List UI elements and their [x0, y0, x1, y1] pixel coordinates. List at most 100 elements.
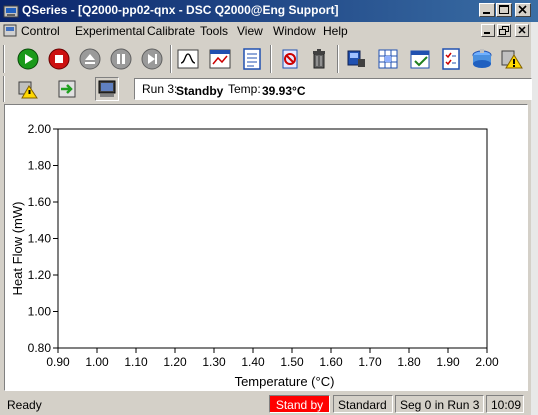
- y-tick-label: 2.00: [28, 122, 52, 136]
- grid-button[interactable]: [376, 47, 400, 71]
- x-tick-label: 0.90: [46, 355, 70, 369]
- start-button[interactable]: [16, 47, 40, 71]
- plot-button[interactable]: [208, 47, 232, 71]
- document-icon[interactable]: [3, 23, 17, 38]
- y-tick-label: 0.80: [28, 341, 52, 355]
- heat-flow-chart[interactable]: 0.90 1.00 1.10 1.20 1.30 1.40 1.50 1.60 1.70 1.80…: [5, 105, 527, 390]
- x-tick-label: 1.60: [319, 355, 343, 369]
- plot-area: [57, 128, 488, 349]
- x-tick-label: 1.50: [280, 355, 304, 369]
- window-title: QSeries - [Q2000-pp02-qnx - DSC Q2000@En…: [22, 3, 339, 17]
- stop-icon: [48, 48, 70, 70]
- status-ready: Ready: [2, 395, 268, 413]
- minimize-icon: [484, 32, 490, 34]
- close-button[interactable]: [515, 3, 531, 17]
- menu-view[interactable]: View: [237, 24, 263, 38]
- flag-icon: [282, 49, 298, 69]
- temp-label: Temp:: [228, 82, 261, 96]
- skip-icon: [141, 48, 163, 70]
- menu-experimental[interactable]: Experimental: [75, 24, 145, 38]
- x-tick-label: 1.10: [124, 355, 148, 369]
- toolbar-grip: [3, 76, 5, 102]
- y-tick-label: 1.80: [28, 159, 52, 173]
- terminal-button[interactable]: [95, 77, 119, 101]
- x-tick-label: 1.40: [241, 355, 265, 369]
- warning-button[interactable]: [500, 47, 524, 71]
- minimize-icon: [483, 12, 490, 14]
- plot-frame[interactable]: 0.90 1.00 1.10 1.20 1.30 1.40 1.50 1.60 1.70 1.80…: [4, 104, 528, 391]
- calendar-icon: [410, 50, 430, 69]
- y-tick-label: 1.00: [28, 305, 52, 319]
- toolbar-grip: [3, 45, 5, 73]
- menu-calibrate[interactable]: Calibrate: [147, 24, 195, 38]
- autosampler-button[interactable]: [470, 47, 494, 71]
- pause-button[interactable]: [109, 47, 133, 71]
- status-state: Stand by: [269, 395, 330, 413]
- maximize-button[interactable]: [496, 3, 512, 17]
- x-tick-label: 1.00: [85, 355, 109, 369]
- x-tick-label: 1.20: [163, 355, 187, 369]
- instrument-warning-icon: [18, 81, 38, 99]
- minimize-button[interactable]: [479, 3, 495, 17]
- flag-button[interactable]: [278, 47, 302, 71]
- run-state: Standby: [176, 84, 224, 98]
- maximize-icon: [499, 5, 509, 14]
- y-tick-label: 1.20: [28, 268, 52, 282]
- y-tick-label: 1.60: [28, 195, 52, 209]
- checklist-icon: [442, 48, 460, 70]
- thermogram-button[interactable]: [176, 47, 200, 71]
- toolbar-separator: [270, 45, 272, 73]
- toolbar-separator: [170, 45, 172, 73]
- warning-icon: [501, 50, 523, 69]
- close-icon: [518, 5, 527, 14]
- status-segment: Seg 0 in Run 3: [395, 395, 484, 413]
- menu-tools[interactable]: Tools: [200, 24, 228, 38]
- x-axis-label: Temperature (°C): [235, 374, 335, 389]
- eject-icon: [79, 48, 101, 70]
- y-tick-label: 1.40: [28, 232, 52, 246]
- trash-button[interactable]: [307, 47, 331, 71]
- calendar-button[interactable]: [408, 47, 432, 71]
- restore-icon: [499, 26, 509, 35]
- grid-icon: [378, 49, 398, 69]
- child-close-button[interactable]: [515, 24, 529, 37]
- close-icon: [518, 26, 526, 34]
- x-tick-label: 1.90: [436, 355, 460, 369]
- instrument-icon: [347, 50, 365, 67]
- instrument-status-panel: Run 3: Standby Temp: 39.93°C: [134, 78, 532, 100]
- instrument-warning-button[interactable]: [16, 77, 40, 101]
- plot-icon: [209, 49, 231, 69]
- eject-button[interactable]: [78, 47, 102, 71]
- trash-icon: [313, 49, 325, 69]
- transfer-icon: [58, 80, 76, 98]
- status-mode: Standard: [333, 395, 393, 413]
- pause-icon: [110, 48, 132, 70]
- app-icon: [3, 5, 19, 18]
- child-restore-button[interactable]: [497, 24, 511, 37]
- status-time: 10:09: [486, 395, 524, 413]
- computer-icon: [98, 80, 116, 97]
- temp-value: 39.93°C: [262, 84, 306, 98]
- x-tick-label: 2.00: [475, 355, 499, 369]
- checklist-button[interactable]: [439, 47, 463, 71]
- instrument-button[interactable]: [344, 47, 368, 71]
- x-tick-label: 1.30: [202, 355, 226, 369]
- x-tick-label: 1.80: [397, 355, 421, 369]
- thermogram-icon: [177, 49, 199, 69]
- menu-window[interactable]: Window: [273, 24, 316, 38]
- autosampler-icon: [472, 49, 492, 68]
- x-tick-label: 1.70: [358, 355, 382, 369]
- start-icon: [17, 48, 39, 70]
- toolbar-separator: [337, 45, 339, 73]
- menu-control[interactable]: Control: [21, 24, 60, 38]
- stop-button[interactable]: [47, 47, 71, 71]
- notes-button[interactable]: [240, 47, 264, 71]
- notes-icon: [243, 48, 261, 70]
- child-minimize-button[interactable]: [481, 24, 495, 37]
- transfer-button[interactable]: [55, 77, 79, 101]
- run-label: Run 3:: [142, 82, 178, 96]
- menu-help[interactable]: Help: [323, 24, 348, 38]
- desktop-edge: [531, 0, 538, 415]
- skip-button[interactable]: [140, 47, 164, 71]
- y-axis-label: Heat Flow (mW): [10, 202, 25, 296]
